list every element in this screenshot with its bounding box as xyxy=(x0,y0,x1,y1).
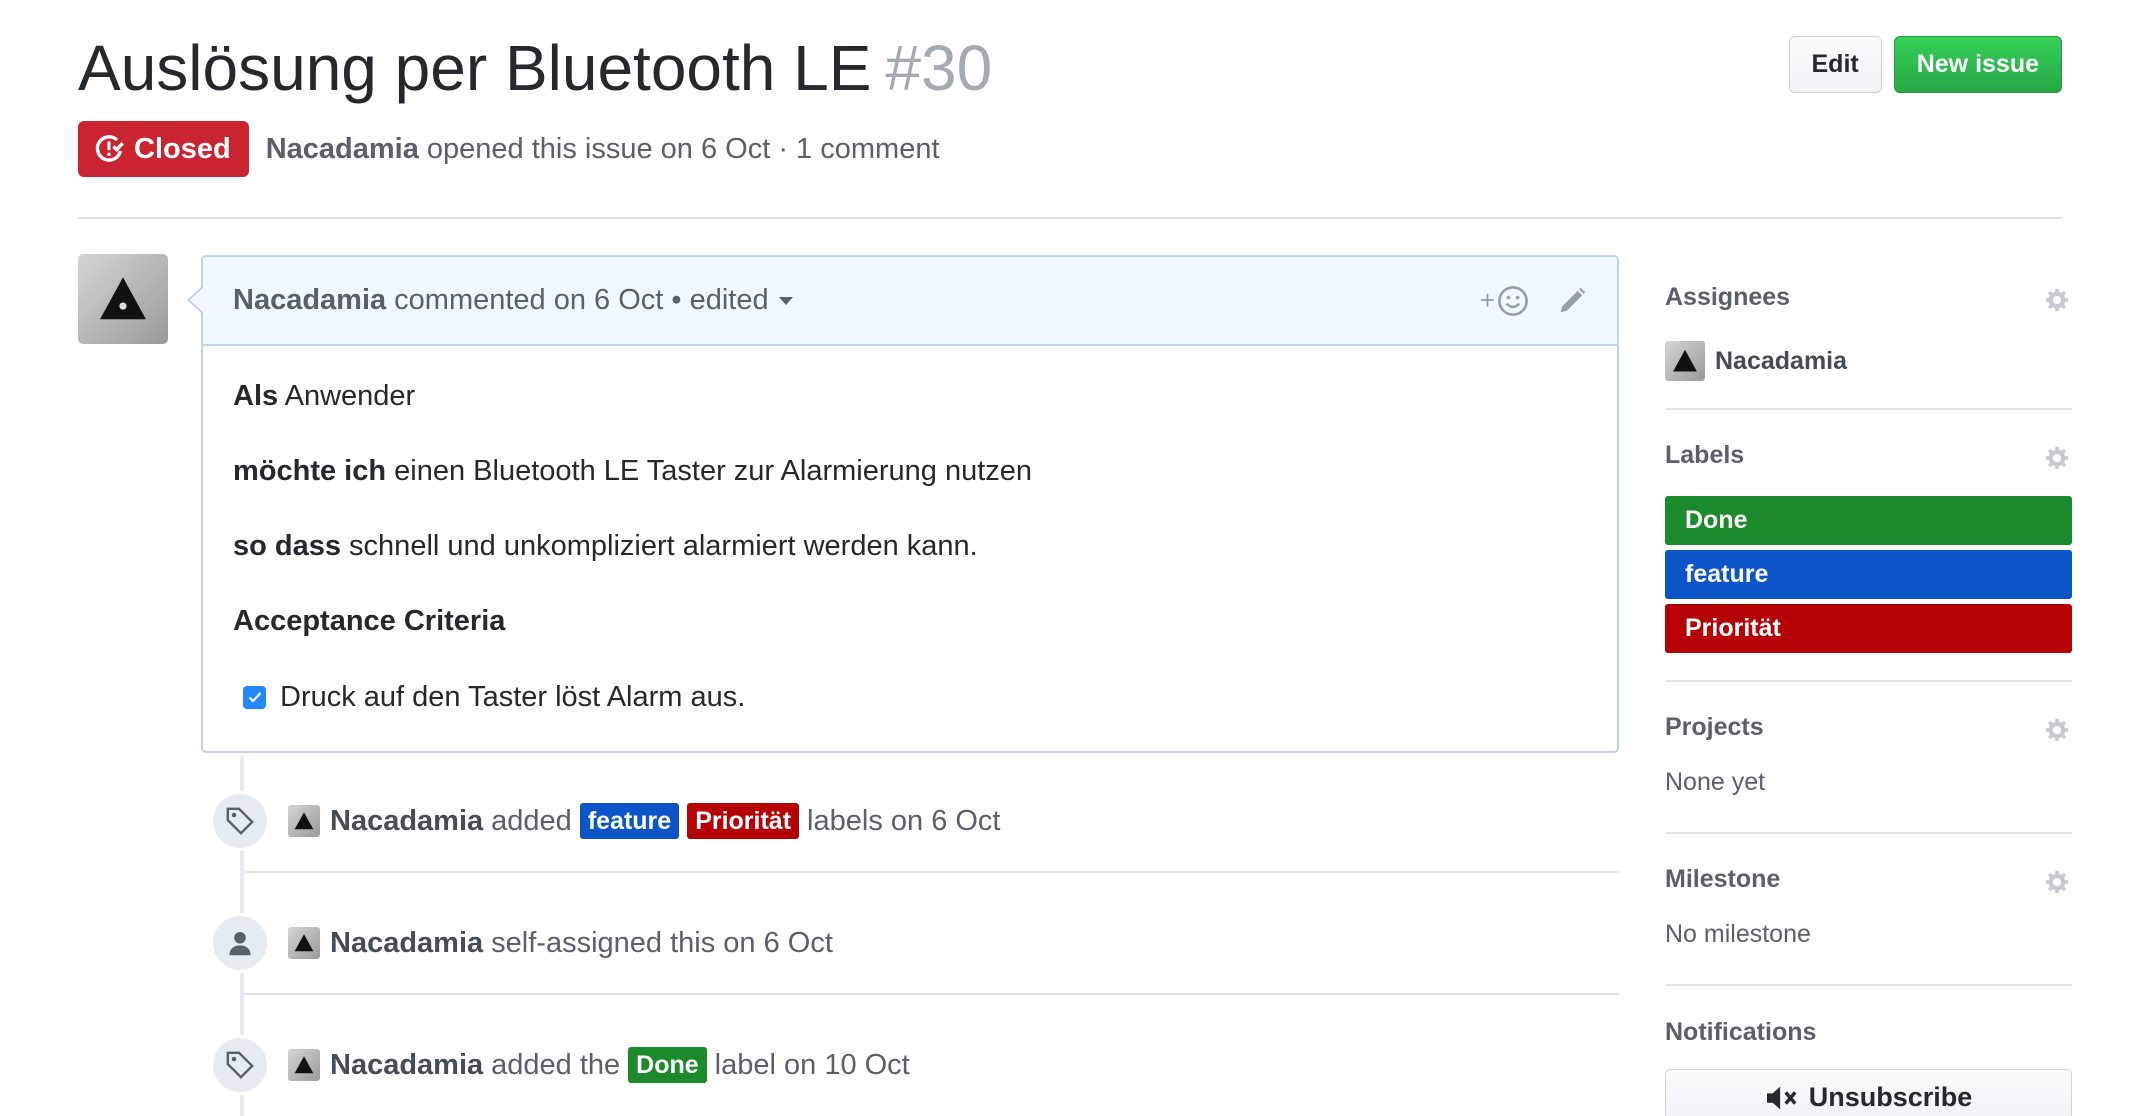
tag-icon xyxy=(226,1051,254,1079)
svg-text:●: ● xyxy=(119,300,127,311)
avatar[interactable] xyxy=(288,805,320,837)
bold-text: so dass xyxy=(233,530,341,562)
new-issue-button[interactable]: New issue xyxy=(1893,36,2062,93)
gear-icon[interactable] xyxy=(2042,443,2072,473)
issue-number: #30 xyxy=(885,32,993,104)
timeline-badge xyxy=(210,1035,270,1095)
issue-author-link[interactable]: Nacadamia xyxy=(266,133,419,165)
sidebar-assignees: Assignees Nacadamia xyxy=(1665,255,2072,410)
issue-meta: Closed Nacadamia opened this issue on 6 … xyxy=(78,121,940,177)
acceptance-heading: Acceptance Criteria xyxy=(233,605,506,637)
comment-paragraph: Als Anwender xyxy=(233,378,1587,414)
avatar[interactable] xyxy=(288,1049,320,1081)
event-text: added xyxy=(491,804,572,837)
sidebar-section-title: Milestone xyxy=(1665,865,1781,893)
projects-value: None yet xyxy=(1665,768,1766,796)
avatar xyxy=(1665,341,1705,381)
comment-author-link[interactable]: Nacadamia xyxy=(233,284,386,317)
gear-icon[interactable] xyxy=(2042,715,2072,745)
avatar[interactable]: ● xyxy=(78,254,168,344)
task-list-item: Druck auf den Taster löst Alarm aus. xyxy=(233,679,1587,715)
gear-icon[interactable] xyxy=(2042,285,2072,315)
event-text: added the xyxy=(491,1048,621,1081)
sidebar: Assignees Nacadamia Labels Done feature … xyxy=(1665,255,2072,1116)
check-icon xyxy=(248,692,261,703)
sidebar-label-prioritaet[interactable]: Priorität xyxy=(1665,604,2072,653)
pencil-icon[interactable] xyxy=(1557,286,1587,316)
comment-body: Als Anwender möchte ich einen Bluetooth … xyxy=(203,346,1617,715)
sidebar-notifications: Notifications Unsubscribe xyxy=(1665,986,2072,1116)
triangle-logo-icon: ● xyxy=(100,277,146,320)
sidebar-section-title: Projects xyxy=(1665,713,1764,741)
text: einen Bluetooth LE Taster zur Alarmierun… xyxy=(386,455,1033,487)
event-text: self-assigned this on 6 Oct xyxy=(491,926,833,959)
task-checkbox[interactable] xyxy=(243,685,266,709)
bold-text: möchte ich xyxy=(233,455,387,487)
sidebar-section-title: Labels xyxy=(1665,441,1745,469)
sidebar-label-done[interactable]: Done xyxy=(1665,496,2072,545)
text: schnell und unkompliziert alarmiert werd… xyxy=(341,530,978,562)
triangle-logo-icon xyxy=(294,934,314,952)
issue-meta-detail: opened this issue on 6 Oct · 1 comment xyxy=(426,132,940,165)
comment-paragraph: so dass schnell und unkompliziert alarmi… xyxy=(233,528,1587,564)
triangle-logo-icon xyxy=(1673,349,1697,372)
timeline-divider xyxy=(244,993,1619,995)
add-reaction-button[interactable]: + xyxy=(1480,285,1529,317)
comment-meta: commented on 6 Oct • edited xyxy=(394,284,769,316)
unsubscribe-button[interactable]: Unsubscribe xyxy=(1665,1069,2072,1116)
sidebar-projects: Projects None yet xyxy=(1665,682,2072,834)
sidebar-label-list: Done feature Priorität xyxy=(1665,496,2072,653)
person-icon xyxy=(229,931,251,956)
label-feature[interactable]: feature xyxy=(579,803,680,839)
issue-title: Auslösung per Bluetooth LE #30 xyxy=(78,30,992,106)
event-text: labels on 6 Oct xyxy=(807,804,1001,837)
status-badge: Closed xyxy=(78,121,249,177)
issue-page: Auslösung per Bluetooth LE #30 Edit New i… xyxy=(0,0,2142,1116)
assignee-name: Nacadamia xyxy=(1715,346,1848,375)
edit-button[interactable]: Edit xyxy=(1788,36,1882,93)
chevron-down-icon[interactable] xyxy=(778,296,793,305)
assignee-item[interactable]: Nacadamia xyxy=(1665,341,2072,381)
actor-link[interactable]: Nacadamia xyxy=(330,1049,483,1082)
issue-title-text: Auslösung per Bluetooth LE xyxy=(78,32,872,104)
unsubscribe-label: Unsubscribe xyxy=(1808,1082,1973,1112)
smiley-icon xyxy=(1498,285,1528,316)
comment-paragraph: möchte ich einen Bluetooth LE Taster zur… xyxy=(233,453,1587,489)
timeline-divider xyxy=(244,871,1619,873)
tag-icon xyxy=(226,807,254,835)
sidebar-section-title: Assignees xyxy=(1665,283,1791,311)
triangle-logo-icon xyxy=(294,1056,314,1074)
sidebar-labels: Labels Done feature Priorität xyxy=(1665,410,2072,682)
task-text: Druck auf den Taster löst Alarm aus. xyxy=(280,681,746,713)
timeline-event: Nacadamia added feature Priorität labels… xyxy=(210,791,1001,851)
timeline-event: Nacadamia self-assigned this on 6 Oct xyxy=(210,913,833,973)
text: Anwender xyxy=(278,380,416,412)
actor-link[interactable]: Nacadamia xyxy=(330,805,483,838)
sidebar-milestone: Milestone No milestone xyxy=(1665,834,2072,986)
sidebar-section-title: Notifications xyxy=(1665,1018,1817,1046)
plus-sign: + xyxy=(1479,285,1495,315)
sidebar-label-feature[interactable]: feature xyxy=(1665,550,2072,599)
gear-icon[interactable] xyxy=(2042,867,2072,897)
bold-text: Als xyxy=(233,380,279,412)
avatar[interactable] xyxy=(288,927,320,959)
label-done[interactable]: Done xyxy=(628,1047,707,1083)
actor-link[interactable]: Nacadamia xyxy=(330,927,483,960)
event-text: label on 10 Oct xyxy=(714,1048,910,1081)
header-divider xyxy=(78,217,2062,219)
milestone-value: No milestone xyxy=(1665,920,1811,948)
triangle-logo-icon xyxy=(294,812,314,830)
mute-icon xyxy=(1766,1086,1797,1109)
timeline-badge xyxy=(210,791,270,851)
comment-header: Nacadamia commented on 6 Oct • edited + xyxy=(203,257,1617,346)
issue-meta-text: Nacadamia opened this issue on 6 Oct · 1… xyxy=(266,133,940,166)
issue-closed-icon xyxy=(95,135,124,162)
header-actions: Edit New issue xyxy=(1788,36,2062,93)
timeline-event: Nacadamia added the Done label on 10 Oct xyxy=(210,1035,910,1095)
timeline-badge xyxy=(210,913,270,973)
comment-box: Nacadamia commented on 6 Oct • edited + xyxy=(187,255,1619,753)
label-prioritaet[interactable]: Priorität xyxy=(687,803,800,839)
status-badge-label: Closed xyxy=(134,132,231,165)
comment-actions: + xyxy=(1480,285,1587,317)
